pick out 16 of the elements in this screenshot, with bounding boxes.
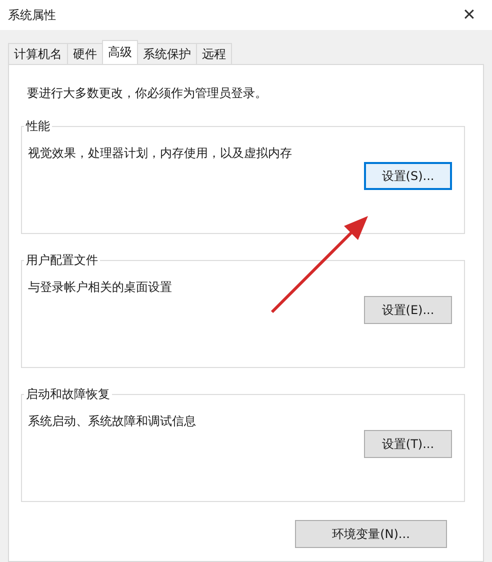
- window-title: 系统属性: [8, 6, 56, 24]
- settings-button[interactable]: 设置(S)...: [364, 162, 452, 190]
- group-title: 性能: [24, 118, 51, 135]
- tab[interactable]: 远程: [196, 43, 232, 64]
- tab[interactable]: 高级: [102, 40, 138, 64]
- group-description: 系统启动、系统故障和调试信息: [28, 413, 197, 430]
- group-title: 启动和故障恢复: [25, 386, 111, 403]
- group-description: 与登录帐户相关的桌面设置: [28, 279, 173, 296]
- environment-variables-button[interactable]: 环境变量(N)...: [295, 520, 447, 548]
- settings-button[interactable]: 设置(T)...: [364, 430, 452, 458]
- group-description: 视觉效果，处理器计划，内存使用，以及虚拟内存: [28, 145, 293, 162]
- settings-button[interactable]: 设置(E)...: [364, 296, 452, 324]
- tab[interactable]: 计算机名: [8, 43, 68, 64]
- group-title: 用户配置文件: [25, 252, 99, 269]
- admin-notice: 要进行大多数更改，你必须作为管理员登录。: [26, 85, 268, 102]
- close-button[interactable]: ✕: [454, 1, 484, 29]
